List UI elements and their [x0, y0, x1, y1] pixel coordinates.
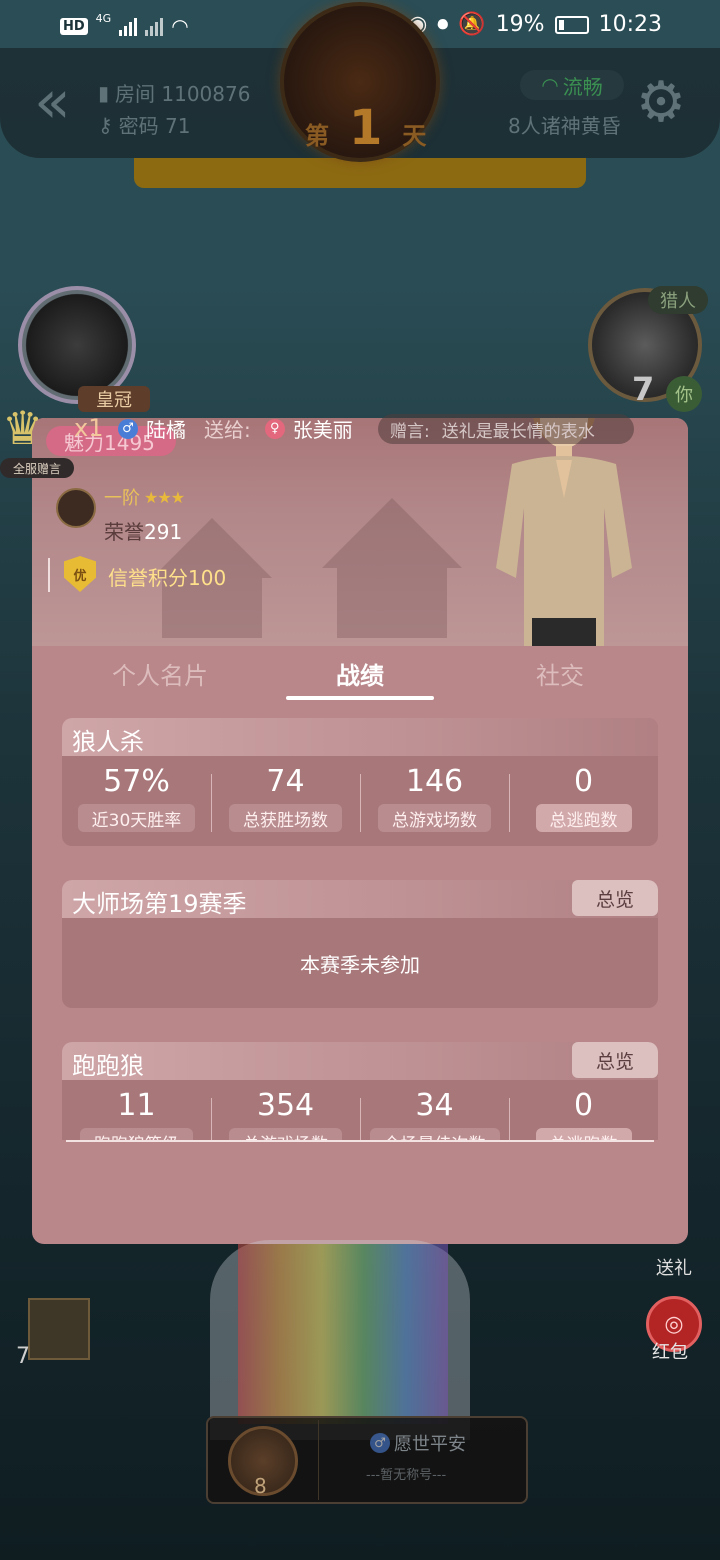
overview-button[interactable]: 总览: [572, 1042, 658, 1078]
village-illustration: [152, 498, 462, 638]
stat-label: 跑跑狼等级: [80, 1128, 193, 1140]
rank-stars: ★★★: [144, 487, 185, 507]
section-title: 跑跑狼: [72, 1052, 144, 1080]
gear-icon[interactable]: ⚙: [632, 74, 690, 132]
active-tab-indicator: [286, 696, 434, 700]
section-header: 狼人杀: [62, 718, 658, 756]
stat-label: 全场最佳次数: [369, 1128, 500, 1140]
gift-banner: ♂ 陆橘 送给: ♀ 张美丽: [118, 414, 353, 443]
mute-bell-icon: 🔕: [458, 12, 486, 37]
scroll-clip-edge: [66, 1140, 654, 1142]
building-icon: ▮: [98, 80, 110, 105]
section-header: 大师场第19赛季 总览: [62, 880, 658, 918]
stat-item: 74 总获胜场数: [211, 756, 360, 846]
battery-icon: [554, 15, 589, 34]
stat-item: 0 总逃跑数: [509, 756, 658, 846]
rainbow-decoration: [238, 1244, 448, 1424]
overview-button[interactable]: 总览: [572, 880, 658, 916]
master-season-section: 大师场第19赛季 总览 本赛季未参加: [62, 880, 658, 1008]
gift-to-label: 送给:: [204, 418, 251, 442]
info-divider: [318, 1420, 319, 1500]
stat-label: 总逃跑数: [535, 804, 632, 832]
male-icon: ♂: [370, 1433, 390, 1453]
stat-value: 34: [415, 1088, 454, 1123]
stat-value: 354: [256, 1088, 315, 1123]
wifi-icon: ◠: [541, 73, 559, 97]
seat-number: 8: [254, 1474, 267, 1498]
empty-season-note: 本赛季未参加: [300, 952, 420, 977]
rank-level: 一阶 ★★★: [104, 487, 185, 510]
player-title: ---暂无称号---: [366, 1468, 447, 1483]
stat-item: 34 全场最佳次数: [360, 1080, 509, 1140]
key-icon: ⚷: [98, 112, 113, 137]
status-left: HD 4G ◠: [60, 11, 189, 38]
room-number: ▮ 房间 1100876: [98, 80, 251, 107]
female-icon: ♀: [264, 418, 285, 439]
stat-label: 总逃跑数: [535, 1128, 632, 1140]
profile-tabs: 个人名片 战绩 社交: [32, 646, 688, 704]
stat-item: 11 跑跑狼等级: [62, 1080, 211, 1140]
stat-label: 总游戏场数: [378, 804, 491, 832]
stat-value: 0: [573, 764, 594, 799]
section-title: 狼人杀: [72, 728, 144, 756]
game-mode: 8人诸神黄昏: [508, 114, 621, 138]
stat-item: 146 总游戏场数: [360, 756, 509, 846]
gift-button[interactable]: 送礼: [646, 1240, 702, 1280]
section-header: 跑跑狼 总览: [62, 1042, 658, 1080]
stat-item: 0 总逃跑数: [509, 1080, 658, 1140]
gift-name-tag: 皇冠: [78, 386, 150, 412]
stat-value: 11: [117, 1088, 156, 1123]
stat-grid: 57% 近30天胜率 74 总获胜场数 146 总游戏场数 0 总逃跑数: [62, 756, 658, 846]
gift-sender[interactable]: 陆橘: [146, 414, 186, 443]
tab-social[interactable]: 社交: [460, 646, 660, 700]
mic-icon: ⏺: [437, 12, 449, 37]
stat-label: 总获胜场数: [229, 804, 342, 832]
network-type: 4G: [95, 11, 112, 25]
room-password: ⚷ 密码 71: [98, 112, 191, 139]
stat-item: 57% 近30天胜率: [62, 756, 211, 846]
seat-number: 7: [16, 1344, 30, 1369]
section-title: 大师场第19赛季: [72, 890, 247, 918]
gift-message: 赠言: 送礼是最长情的表水: [378, 414, 634, 444]
wifi-icon: ◠: [171, 14, 189, 38]
battery-percent: 19%: [495, 12, 545, 37]
rank-emblem-icon: [56, 488, 96, 528]
network-status: ◠ 流畅: [520, 70, 624, 100]
role-tag: 猎人: [648, 286, 708, 314]
tab-business-card[interactable]: 个人名片: [60, 646, 260, 700]
runwolf-section: 跑跑狼 总览 11 跑跑狼等级 354 总游戏场数 34 全场最佳次数 0 总逃…: [62, 1042, 658, 1140]
male-icon: ♂: [118, 418, 138, 439]
signal-icon: [119, 16, 138, 36]
stat-grid: 11 跑跑狼等级 354 总游戏场数 34 全场最佳次数 0 总逃跑数: [62, 1080, 658, 1140]
stat-label: 总游戏场数: [229, 1128, 342, 1140]
character-portrait: [496, 418, 632, 646]
stat-value: 74: [266, 764, 305, 799]
credit-divider: [48, 558, 50, 592]
global-message-tag: 全服赠言: [0, 458, 74, 478]
seat-number: 7: [632, 370, 655, 408]
day-counter: 第 1 天: [305, 100, 427, 156]
gift-count: x1: [74, 414, 104, 442]
credit-score: 信誉积分100: [108, 566, 227, 590]
back-chevron-icon[interactable]: «: [34, 72, 80, 132]
player-name: ♂ 愿世平安: [370, 1430, 466, 1456]
honor-score: 荣誉291: [104, 520, 183, 544]
clock: 10:23: [598, 12, 662, 37]
player-profile-modal: 魅力1495 一阶 ★★★ 荣誉291 优 信誉积分100 个人名片 战绩 社交…: [32, 418, 688, 1244]
stat-value: 0: [573, 1088, 594, 1123]
werewolf-section: 狼人杀 57% 近30天胜率 74 总获胜场数 146 总游戏场数 0 总逃跑数: [62, 718, 658, 846]
stat-value: 57%: [103, 764, 170, 799]
red-packet-label[interactable]: 红包: [652, 1338, 688, 1364]
stat-label: 近30天胜率: [77, 804, 196, 832]
hd-indicator: HD: [60, 17, 88, 35]
stat-value: 146: [405, 764, 464, 799]
you-tag: 你: [666, 376, 702, 412]
gift-receiver[interactable]: 张美丽: [293, 414, 353, 443]
tab-records[interactable]: 战绩: [260, 646, 460, 700]
player-avatar-bottom-left[interactable]: [28, 1298, 90, 1360]
crown-icon: ♛: [2, 401, 44, 455]
stat-item: 354 总游戏场数: [211, 1080, 360, 1140]
signal-icon-2: [145, 16, 164, 36]
status-right: ◉ ⏺ 🔕 19% 10:23: [408, 12, 662, 37]
